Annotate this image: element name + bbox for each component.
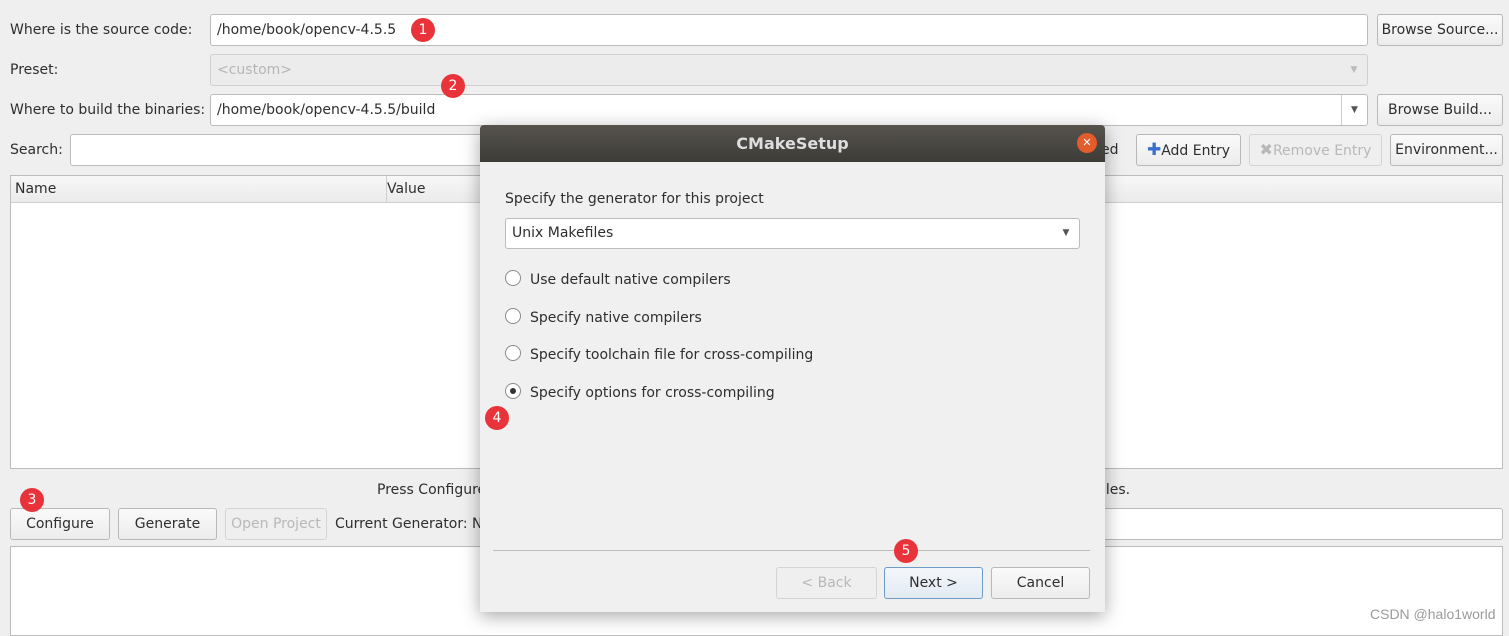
column-value[interactable]: Value [387, 176, 425, 203]
radio-native-compilers[interactable]: Specify native compilers [505, 308, 702, 328]
build-select[interactable]: /home/book/opencv-4.5.5/build ▼ [210, 94, 1368, 126]
configure-button[interactable]: Configure [10, 508, 110, 540]
radio-button[interactable] [505, 270, 521, 286]
environment-button[interactable]: Environment... [1390, 134, 1503, 166]
search-label: Search: [10, 142, 63, 158]
chevron-down-icon[interactable]: ▼ [1341, 95, 1367, 125]
back-button[interactable]: < Back [776, 567, 877, 599]
generator-value: Unix Makefiles [512, 225, 614, 241]
radio-label: Specify toolchain file for cross-compili… [530, 347, 814, 363]
close-icon[interactable]: ✕ [1077, 133, 1097, 153]
watermark: CSDN @halo1world [1370, 606, 1496, 622]
dialog-title: CMakeSetup [736, 134, 849, 153]
preset-select[interactable]: <custom> ▼ [210, 54, 1368, 86]
remove-entry-button[interactable]: ✖Remove Entry [1249, 134, 1382, 166]
radio-label: Specify native compilers [530, 310, 702, 326]
column-name[interactable]: Name [15, 176, 387, 203]
radio-label: Use default native compilers [530, 272, 731, 288]
annotation-badge-2: 2 [441, 74, 465, 98]
radio-button[interactable] [505, 308, 521, 324]
source-label: Where is the source code: [10, 22, 193, 38]
cmake-setup-dialog: CMakeSetup ✕ Specify the generator for th… [480, 125, 1105, 612]
annotation-badge-4: 4 [485, 406, 509, 430]
radio-default-compilers[interactable]: Use default native compilers [505, 270, 731, 290]
generator-prompt: Specify the generator for this project [505, 191, 764, 207]
plus-icon: ✚ [1146, 140, 1162, 160]
generator-select[interactable]: Unix Makefiles ▼ [505, 218, 1080, 249]
cancel-button[interactable]: Cancel [991, 567, 1090, 599]
status-text-left: Press Configure [377, 482, 487, 498]
current-generator-label: Current Generator: N [335, 516, 483, 532]
radio-button-checked[interactable] [505, 383, 521, 399]
preset-label: Preset: [10, 62, 59, 78]
chevron-down-icon: ▼ [1062, 228, 1070, 238]
annotation-badge-3: 3 [20, 488, 44, 512]
add-entry-label: Add Entry [1161, 143, 1231, 159]
source-input[interactable]: /home/book/opencv-4.5.5 [210, 14, 1368, 46]
browse-source-button[interactable]: Browse Source... [1377, 14, 1503, 46]
preset-value: <custom> [217, 62, 293, 78]
divider [493, 550, 1090, 551]
generator-field [1080, 508, 1503, 540]
browse-build-button[interactable]: Browse Build... [1377, 94, 1503, 126]
annotation-badge-5: 5 [894, 539, 918, 563]
radio-button[interactable] [505, 345, 521, 361]
build-label: Where to build the binaries: [10, 102, 206, 118]
remove-icon: ✖ [1259, 140, 1273, 159]
annotation-badge-1: 1 [411, 18, 435, 42]
add-entry-button[interactable]: ✚Add Entry [1136, 134, 1241, 166]
build-value: /home/book/opencv-4.5.5/build [217, 102, 436, 118]
radio-label: Specify options for cross-compiling [530, 385, 775, 401]
dialog-titlebar[interactable]: CMakeSetup ✕ [480, 125, 1105, 162]
remove-entry-label: Remove Entry [1272, 143, 1372, 159]
open-project-button[interactable]: Open Project [225, 508, 327, 540]
chevron-down-icon: ▼ [1350, 65, 1358, 75]
generate-button[interactable]: Generate [118, 508, 217, 540]
radio-cross-compiling-options[interactable]: Specify options for cross-compiling [505, 383, 775, 403]
radio-toolchain-file[interactable]: Specify toolchain file for cross-compili… [505, 345, 813, 365]
next-button[interactable]: Next > [884, 567, 983, 599]
